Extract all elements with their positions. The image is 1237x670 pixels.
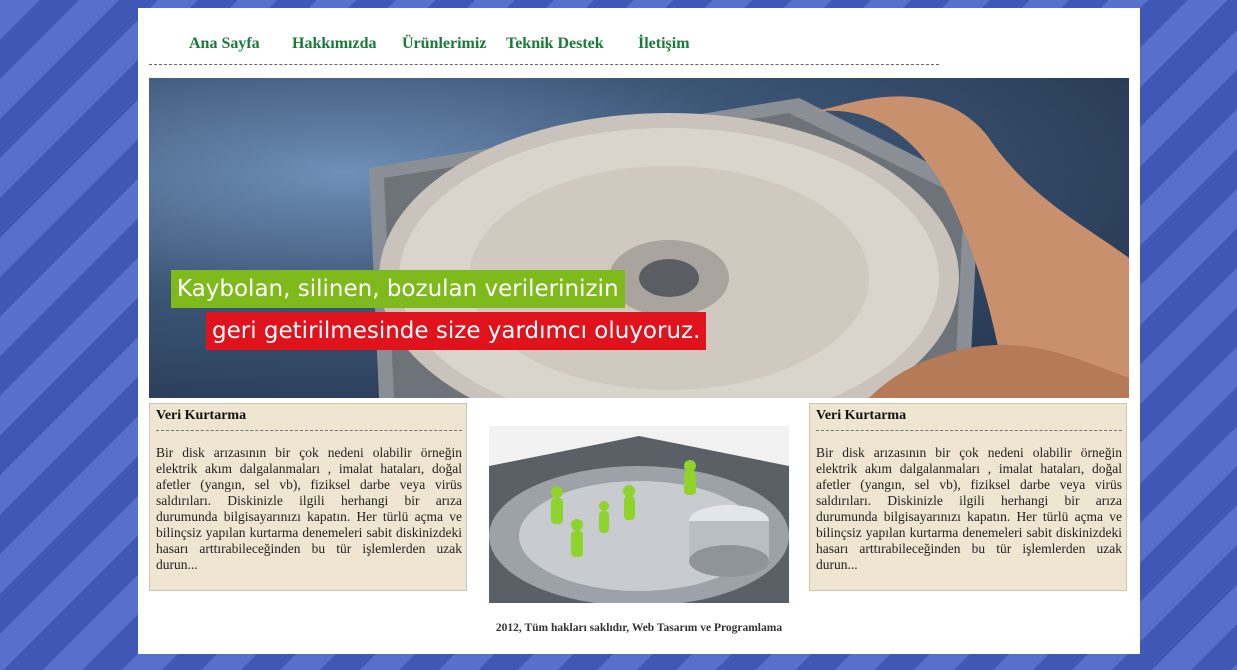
info-box-left: Veri Kurtarma Bir disk arızasının bir ço… [149, 403, 467, 591]
nav-link-support[interactable]: Teknik Destek [506, 35, 604, 53]
banner-caption-line1: Kaybolan, silinen, bozulan verilerinizin [171, 270, 625, 308]
footer-copyright: 2012, Tüm hakları saklıdır, Web Tasarım … [495, 622, 783, 634]
nav-link-home[interactable]: Ana Sayfa [189, 35, 260, 53]
info-box-title: Veri Kurtarma [816, 408, 1122, 431]
nav-link-products[interactable]: Ürünlerimiz [402, 35, 486, 53]
hazmat-drive-image [489, 426, 789, 603]
hard-drive-image [369, 96, 1129, 398]
nav-link-about[interactable]: Hakkımızda [292, 35, 376, 53]
info-box-right: Veri Kurtarma Bir disk arızasının bir ço… [809, 403, 1127, 591]
info-box-text: Bir disk arızasının bir çok nedeni olabi… [156, 445, 462, 572]
nav-link-contact[interactable]: İletişim [638, 35, 690, 53]
info-box-title: Veri Kurtarma [156, 408, 462, 431]
info-box-text: Bir disk arızasının bir çok nedeni olabi… [816, 445, 1122, 572]
main-nav: Ana Sayfa Hakkımızda Ürünlerimiz Teknik … [149, 28, 939, 65]
page-container: Ana Sayfa Hakkımızda Ürünlerimiz Teknik … [138, 8, 1140, 654]
hero-banner: Kaybolan, silinen, bozulan verilerinizin… [149, 78, 1129, 398]
banner-caption-line2: geri getirilmesinde size yardımcı oluyor… [206, 312, 707, 350]
